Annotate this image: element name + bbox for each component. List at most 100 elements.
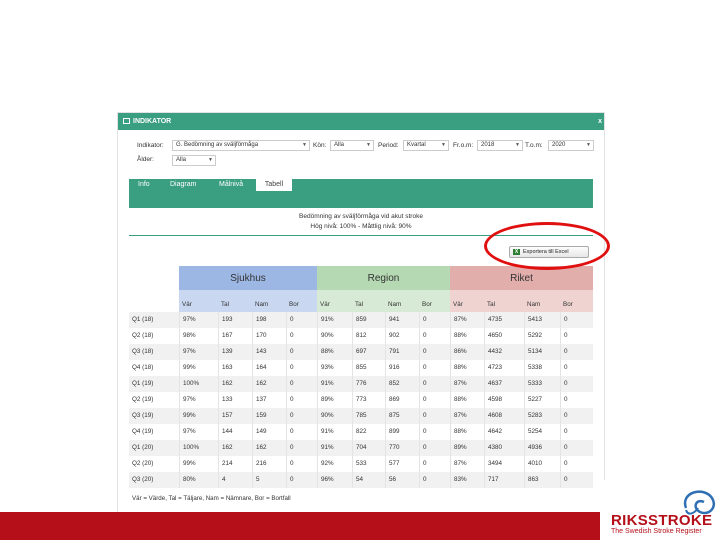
tab-malniva[interactable]: Målnivå <box>219 179 253 191</box>
table-cell: 0 <box>419 472 450 488</box>
table-cell: 5338 <box>524 360 560 376</box>
table-cell: 5 <box>252 472 286 488</box>
window-icon <box>123 118 130 124</box>
tab-diagram[interactable]: Diagram <box>170 179 206 191</box>
from-select[interactable]: 2018 ▼ <box>477 140 523 151</box>
table-cell: 0 <box>286 392 317 408</box>
column-header[interactable]: Nam <box>385 290 419 312</box>
table-cell: 139 <box>218 344 252 360</box>
period-select[interactable]: Kvartal ▼ <box>403 140 449 151</box>
table-cell: 4642 <box>484 424 524 440</box>
table-cell: 0 <box>286 456 317 472</box>
table-cell: 90% <box>317 408 352 424</box>
table-cell: 0 <box>560 376 593 392</box>
table-cell: 855 <box>352 360 385 376</box>
table-cell: 87% <box>450 376 484 392</box>
row-label: Q3 (20) <box>132 476 154 483</box>
table-cell: 0 <box>560 328 593 344</box>
table-cell: 164 <box>252 360 286 376</box>
table-cell: 4380 <box>484 440 524 456</box>
table-cell: 143 <box>252 344 286 360</box>
table-cell: 0 <box>419 360 450 376</box>
chevron-down-icon: ▼ <box>208 157 213 163</box>
from-value: 2018 <box>481 142 495 148</box>
table-cell: 0 <box>560 424 593 440</box>
table-cell: 163 <box>218 360 252 376</box>
table-cell: 214 <box>218 456 252 472</box>
table-cell: 133 <box>218 392 252 408</box>
column-header[interactable]: Bor <box>419 290 450 312</box>
table-cell: 98% <box>179 328 218 344</box>
table-cell: 91% <box>317 312 352 328</box>
table-cell: 941 <box>385 312 419 328</box>
chevron-down-icon: ▼ <box>586 142 591 148</box>
period-label: Period: <box>378 142 399 149</box>
table-cell: 5413 <box>524 312 560 328</box>
table-cell: 4723 <box>484 360 524 376</box>
table-cell: 0 <box>419 312 450 328</box>
table-cell: 0 <box>419 376 450 392</box>
table-cell: 0 <box>419 392 450 408</box>
alder-value: Alla <box>176 157 187 163</box>
alder-label: Ålder: <box>137 156 154 163</box>
table-cell: 0 <box>286 312 317 328</box>
column-header[interactable]: Tal <box>218 290 252 312</box>
table-cell: 137 <box>252 392 286 408</box>
column-header[interactable]: Vär <box>317 290 352 312</box>
table-cell: 0 <box>286 472 317 488</box>
table-cell: 97% <box>179 424 218 440</box>
column-header[interactable]: Nam <box>252 290 286 312</box>
row-label: Q1 (20) <box>132 444 154 451</box>
row-label: Q4 (19) <box>132 428 154 435</box>
row-label: Q3 (19) <box>132 412 154 419</box>
table-cell: 0 <box>560 392 593 408</box>
table-cell: 822 <box>352 424 385 440</box>
table-cell: 4010 <box>524 456 560 472</box>
table-cell: 0 <box>419 408 450 424</box>
table-cell: 93% <box>317 360 352 376</box>
table-cell: 0 <box>560 440 593 456</box>
highlight-circle <box>484 222 610 270</box>
table-cell: 5292 <box>524 328 560 344</box>
column-header[interactable]: Bor <box>560 290 593 312</box>
table-cell: 88% <box>450 392 484 408</box>
group-header-sjukhus: Sjukhus <box>179 266 317 290</box>
table-cell: 0 <box>560 344 593 360</box>
table-cell: 776 <box>352 376 385 392</box>
column-header[interactable]: Vär <box>450 290 484 312</box>
table-cell: 859 <box>352 312 385 328</box>
table-cell: 0 <box>419 424 450 440</box>
table-cell: 0 <box>560 408 593 424</box>
indikator-value: G. Bedömning av sväljförmåga <box>176 142 259 148</box>
column-header[interactable]: Bor <box>286 290 317 312</box>
table-cell: 0 <box>286 408 317 424</box>
group-header-riket: Riket <box>450 266 593 290</box>
row-label: Q2 (20) <box>132 460 154 467</box>
tom-value: 2020 <box>552 142 566 148</box>
table-cell: 4650 <box>484 328 524 344</box>
table-cell: 80% <box>179 472 218 488</box>
table-cell: 100% <box>179 440 218 456</box>
table-cell: 899 <box>385 424 419 440</box>
table-cell: 5283 <box>524 408 560 424</box>
close-icon[interactable]: x <box>598 113 602 130</box>
kon-select[interactable]: Alla ▼ <box>330 140 374 151</box>
table-cell: 170 <box>252 328 286 344</box>
alder-select[interactable]: Alla ▼ <box>172 155 216 166</box>
column-header[interactable]: Vär <box>179 290 218 312</box>
column-header[interactable]: Nam <box>524 290 560 312</box>
table-cell: 167 <box>218 328 252 344</box>
tab-tabell[interactable]: Tabell <box>256 179 292 191</box>
tom-select[interactable]: 2020 ▼ <box>548 140 594 151</box>
row-label: Q1 (18) <box>132 316 154 323</box>
table-cell: 717 <box>484 472 524 488</box>
table-cell: 216 <box>252 456 286 472</box>
indikator-select[interactable]: G. Bedömning av sväljförmåga ▼ <box>172 140 310 151</box>
table-cell: 5227 <box>524 392 560 408</box>
table-cell: 697 <box>352 344 385 360</box>
column-header[interactable]: Tal <box>484 290 524 312</box>
column-header[interactable]: Tal <box>352 290 385 312</box>
table-cell: 97% <box>179 344 218 360</box>
tab-info[interactable]: Info <box>138 179 164 191</box>
table-cell: 0 <box>286 328 317 344</box>
